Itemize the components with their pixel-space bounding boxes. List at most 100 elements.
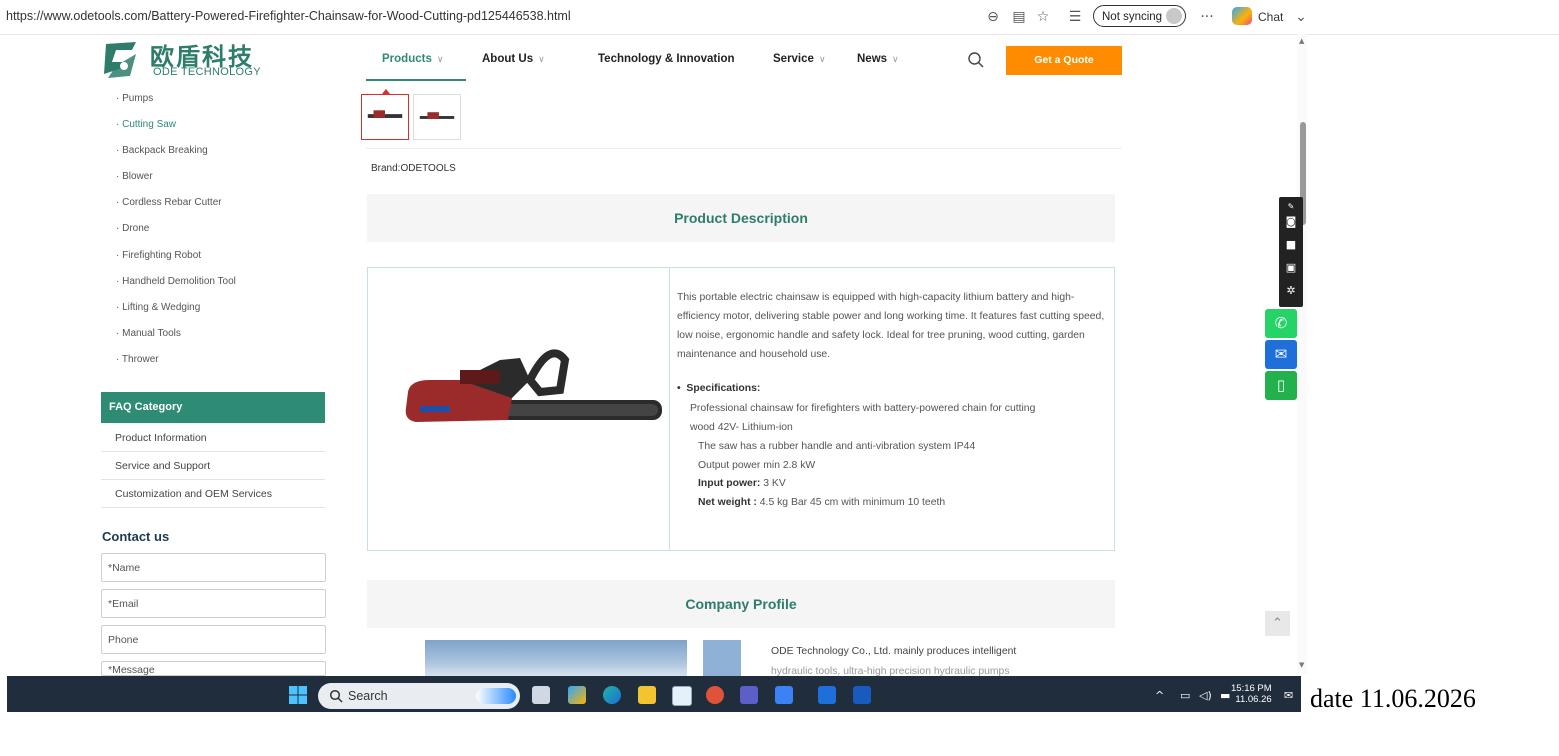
system-clock[interactable]: 15:16 PM 11.06.26 xyxy=(1231,683,1272,705)
network-icon[interactable]: ▭ xyxy=(1180,689,1190,702)
volume-icon[interactable]: ◁) xyxy=(1199,689,1212,702)
specifications-heading: • Specifications: xyxy=(677,383,760,394)
faq-category-header: FAQ Category xyxy=(101,392,325,423)
nav-service[interactable]: Service ∨ xyxy=(773,53,826,65)
logo-english-text: ODE TECHNOLOGY xyxy=(153,66,261,78)
address-bar[interactable]: https://www.odetools.com/Battery-Powered… xyxy=(6,9,571,23)
window-capture-icon[interactable]: ▣ xyxy=(1283,261,1299,275)
category-item[interactable]: · Manual Tools xyxy=(116,328,181,339)
video-record-icon[interactable]: ■ xyxy=(1283,238,1299,252)
outlook-icon[interactable] xyxy=(818,686,836,704)
category-item[interactable]: · Pumps xyxy=(116,93,153,104)
input-power-label: Input power: xyxy=(698,478,761,489)
app-icon[interactable] xyxy=(706,686,724,704)
faq-item[interactable]: Product Information xyxy=(101,424,325,452)
battery-icon[interactable]: ▬ xyxy=(1220,689,1230,702)
ode-logo-icon[interactable] xyxy=(102,40,140,80)
camera-icon[interactable]: ◙ xyxy=(1283,215,1299,229)
category-item[interactable]: · Blower xyxy=(116,171,153,182)
net-weight-value: 4.5 kg Bar 45 cm with minimum 10 teeth xyxy=(756,497,946,508)
scroll-to-top-button[interactable]: ⌃ xyxy=(1265,611,1290,636)
capture-menu-icon[interactable]: ✎ xyxy=(1283,200,1299,214)
copilot-icon[interactable] xyxy=(1232,7,1252,25)
spec-line: Professional chainsaw for firefighters w… xyxy=(690,403,1036,414)
file-explorer-icon[interactable] xyxy=(638,686,656,704)
word-icon[interactable] xyxy=(853,686,871,704)
spec-line: wood 42V- Lithium-ion xyxy=(690,422,793,433)
nav-about-us[interactable]: About Us ∨ xyxy=(482,53,545,65)
whatsapp-icon[interactable]: ✆ xyxy=(1265,309,1297,338)
chevron-down-icon[interactable]: ⌄ xyxy=(1292,8,1310,26)
category-item[interactable]: · Handheld Demolition Tool xyxy=(116,276,236,287)
net-weight-label: Net weight : xyxy=(698,497,757,508)
category-item[interactable]: · Firefighting Robot xyxy=(116,250,201,261)
spec-line: The saw has a rubber handle and anti-vib… xyxy=(698,441,976,452)
brand-label: Brand:ODETOOLS xyxy=(371,163,456,174)
get-quote-button[interactable]: Get a Quote xyxy=(1006,46,1122,75)
search-icon[interactable] xyxy=(967,51,985,69)
chevron-down-icon: ∨ xyxy=(818,54,826,64)
product-description-title: Product Description xyxy=(674,210,808,226)
name-input[interactable]: *Name xyxy=(101,553,326,582)
specifications-label: Specifications: xyxy=(686,383,761,394)
contact-title: Contact us xyxy=(102,529,170,544)
nav-products-label: Products xyxy=(382,53,432,65)
spec-net-weight: Net weight : 4.5 kg Bar 45 cm with minim… xyxy=(698,497,945,508)
task-view-icon[interactable] xyxy=(532,686,550,704)
teams-icon[interactable] xyxy=(740,686,758,704)
category-item[interactable]: · Backpack Breaking xyxy=(116,145,208,156)
store-icon[interactable] xyxy=(672,686,692,706)
category-item[interactable]: · Drone xyxy=(116,223,149,234)
category-item[interactable]: · Thrower xyxy=(116,354,159,365)
category-item[interactable]: · Lifting & Wedging xyxy=(116,302,200,313)
message-input[interactable]: *Message xyxy=(101,661,326,676)
reader-view-icon[interactable]: ▤ xyxy=(1010,8,1028,26)
nav-news[interactable]: News ∨ xyxy=(857,53,899,65)
chevron-down-icon: ∨ xyxy=(892,54,899,64)
chevron-up-icon[interactable]: ^ xyxy=(1155,689,1164,702)
category-item-active[interactable]: · Cutting Saw xyxy=(116,119,176,130)
overlay-date-label: date 11.06.2026 xyxy=(1310,684,1476,713)
favorite-star-icon[interactable]: ☆ xyxy=(1034,8,1052,26)
zoom-icon[interactable]: ⊖ xyxy=(984,8,1002,26)
company-text: ODE Technology Co., Ltd. mainly produces… xyxy=(771,646,1017,657)
nav-products[interactable]: Products ∨ xyxy=(382,53,443,65)
clock-date: 11.06.26 xyxy=(1235,694,1272,705)
scroll-down-arrow-icon[interactable]: ▼ xyxy=(1299,661,1304,669)
notification-icon[interactable]: ✉ xyxy=(1284,689,1293,702)
favorites-bar-icon[interactable]: ☰ xyxy=(1066,8,1084,26)
company-profile-band: Company Profile xyxy=(367,580,1115,628)
divider xyxy=(366,148,1122,149)
faq-item[interactable]: Customization and OEM Services xyxy=(101,480,325,508)
nav-technology[interactable]: Technology & Innovation xyxy=(598,53,735,65)
product-thumbnail-selected[interactable] xyxy=(361,94,409,140)
phone-input[interactable]: Phone xyxy=(101,625,326,654)
scroll-up-arrow-icon[interactable]: ▲ xyxy=(1299,37,1304,45)
chat-button[interactable]: Chat xyxy=(1258,10,1283,24)
phone-icon[interactable]: ▯ xyxy=(1265,371,1297,400)
product-description-band: Product Description xyxy=(367,194,1115,242)
table-divider xyxy=(669,267,670,551)
sync-button[interactable]: Not syncing xyxy=(1093,5,1186,27)
category-item[interactable]: · Cordless Rebar Cutter xyxy=(116,197,222,208)
profile-avatar xyxy=(1166,8,1182,24)
company-image xyxy=(425,640,687,676)
widget-icon[interactable] xyxy=(476,688,516,704)
nav-about-label: About Us xyxy=(482,53,534,65)
nav-news-label: News xyxy=(857,53,888,65)
sync-label: Not syncing xyxy=(1102,11,1163,23)
product-thumbnail[interactable] xyxy=(413,94,461,140)
settings-gear-icon[interactable]: ✲ xyxy=(1283,284,1299,298)
email-input[interactable]: *Email xyxy=(101,589,326,618)
edge-browser-icon[interactable] xyxy=(603,686,621,704)
windows-start-icon[interactable] xyxy=(289,686,307,704)
company-profile-title: Company Profile xyxy=(685,596,797,612)
copilot-app-icon[interactable] xyxy=(568,686,586,704)
chevron-down-icon: ∨ xyxy=(436,54,444,64)
spec-input-power: Input power: 3 KV xyxy=(698,478,786,489)
more-options-icon[interactable]: ··· xyxy=(1198,8,1216,26)
notepad-icon[interactable] xyxy=(775,686,793,704)
company-image-small xyxy=(703,640,741,676)
faq-item[interactable]: Service and Support xyxy=(101,452,325,480)
email-icon[interactable]: ✉ xyxy=(1265,340,1297,369)
